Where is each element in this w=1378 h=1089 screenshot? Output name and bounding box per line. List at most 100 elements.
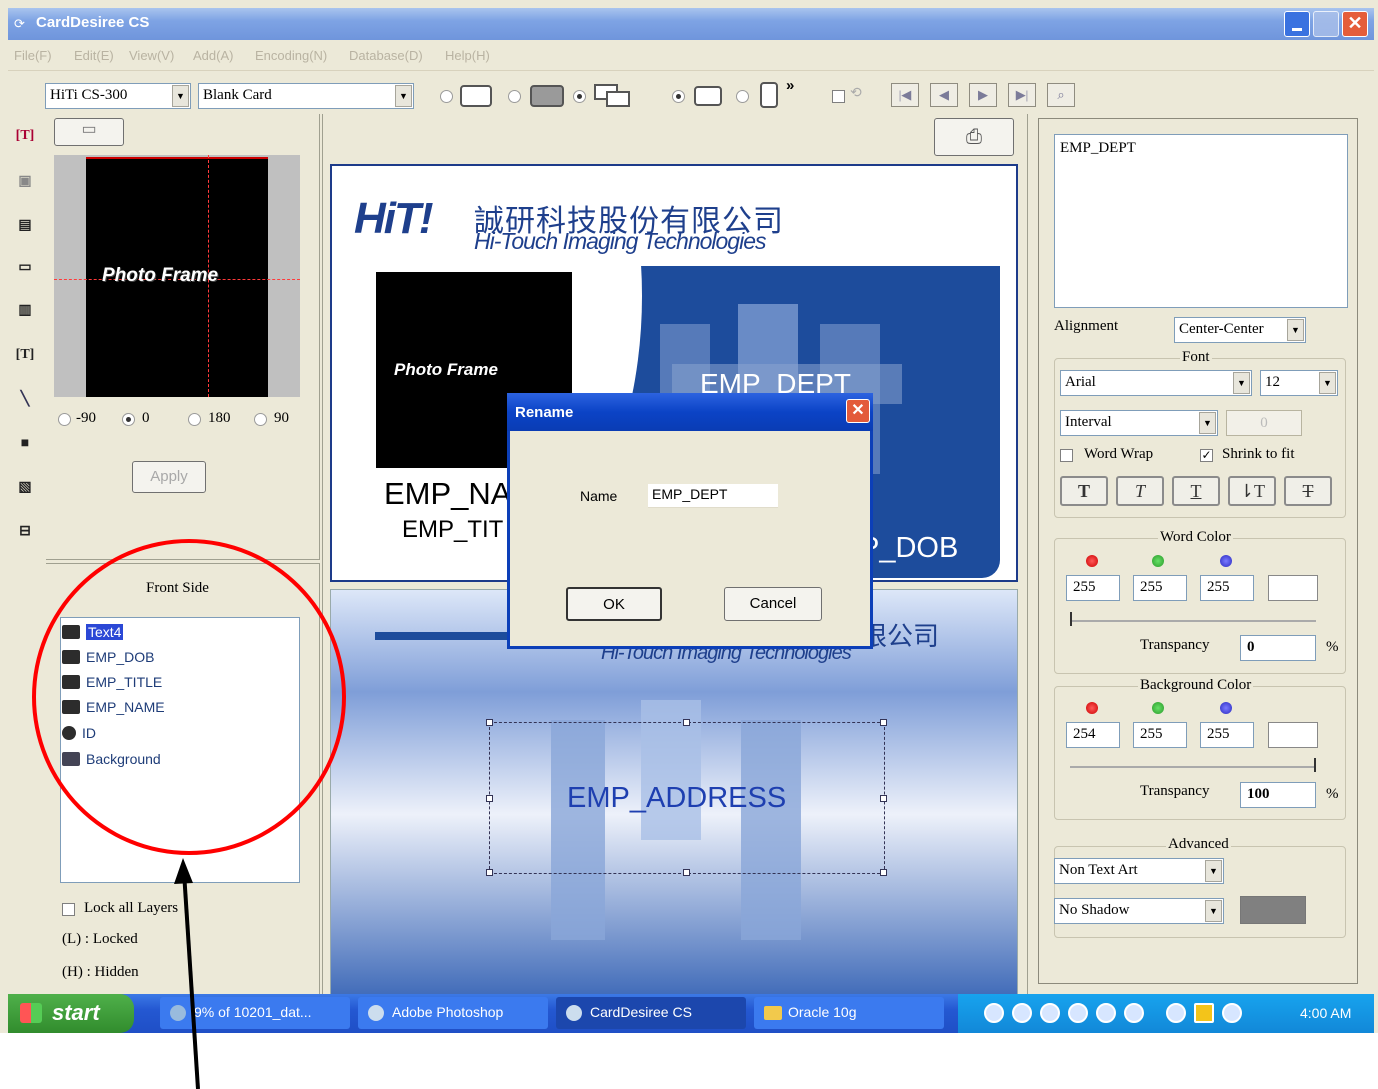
apply-button[interactable]: Apply [132, 461, 206, 493]
underline-button[interactable]: T [1172, 476, 1220, 506]
ok-button[interactable]: OK [566, 587, 662, 621]
menu-encoding[interactable]: Encoding(N) [255, 48, 327, 63]
prev-record-button[interactable]: ◀ [930, 83, 958, 107]
bg-color-swatch[interactable] [1268, 722, 1318, 748]
blue-channel-icon [1220, 702, 1232, 714]
shadow-select[interactable]: No Shadow ▼ [1054, 898, 1224, 924]
chevron-down-icon: ▼ [1233, 372, 1250, 394]
task-oracle[interactable]: Oracle 10g [754, 997, 944, 1029]
bg-color-blue-input[interactable]: 255 [1200, 722, 1254, 748]
word-color-swatch[interactable] [1268, 575, 1318, 601]
bg-transparency-slider-thumb[interactable] [1314, 758, 1316, 772]
strikethrough-button[interactable]: T [1284, 476, 1332, 506]
more-icon[interactable]: » [786, 77, 794, 94]
menu-edit[interactable]: Edit(E) [74, 48, 114, 63]
word-wrap-checkbox[interactable] [1060, 449, 1073, 462]
shape-radio-rect[interactable] [440, 90, 453, 103]
arrow-shaft [182, 871, 200, 1089]
rotate-90-radio[interactable] [254, 413, 267, 426]
bg-transparency-label: Transpancy [1140, 783, 1210, 799]
print-button[interactable]: ⎙ [934, 118, 1014, 156]
address-field: EMP_ADDRESS [567, 782, 787, 814]
shrink-to-fit-checkbox[interactable]: ✓ [1200, 449, 1213, 462]
picture-tool-icon[interactable]: ▧ [12, 476, 38, 502]
pause-icon[interactable] [1012, 1003, 1032, 1023]
barcode-tool-icon[interactable]: ▥ [12, 299, 38, 325]
shape-radio-overlap[interactable] [573, 90, 586, 103]
italic-button[interactable]: T [1116, 476, 1164, 506]
word-transparency-slider[interactable] [1070, 620, 1316, 622]
fill-rect-tool-icon[interactable]: ■ [12, 432, 38, 458]
name-input[interactable]: EMP_DEPT [648, 484, 778, 508]
task-carddesiree[interactable]: CardDesiree CS [556, 997, 746, 1029]
label-tool-icon[interactable]: [T] [12, 343, 38, 369]
shadow-color-swatch[interactable] [1240, 896, 1306, 924]
spacing-select[interactable]: Interval ▼ [1060, 410, 1218, 436]
photo-frame-label: Photo Frame [394, 360, 498, 379]
bg-color-red-input[interactable]: 254 [1066, 722, 1120, 748]
menu-view[interactable]: View(V) [129, 48, 174, 63]
bg-transparency-input[interactable]: 100 [1240, 782, 1316, 808]
menu-help[interactable]: Help(H) [445, 48, 490, 63]
word-transparency-input[interactable]: 0 [1240, 635, 1316, 661]
template-select[interactable]: Blank Card ▼ [198, 83, 414, 109]
rotate-0-radio[interactable] [122, 413, 135, 426]
toolbar-checkbox[interactable] [832, 90, 845, 103]
word-color-green-input[interactable]: 255 [1133, 575, 1187, 601]
stop-icon[interactable] [1040, 1003, 1060, 1023]
lock-all-layers-checkbox[interactable] [62, 903, 75, 916]
text-tool-icon[interactable]: [T] [12, 124, 38, 150]
menu-add[interactable]: Add(A) [193, 48, 233, 63]
open-folder-button[interactable]: ▭ [54, 118, 124, 146]
shape-radio-filled[interactable] [508, 90, 521, 103]
photo-tool-icon[interactable]: ▣ [12, 170, 38, 196]
portrait-icon [760, 82, 778, 108]
task-photoshop[interactable]: Adobe Photoshop [358, 997, 548, 1029]
red-channel-icon [1086, 702, 1098, 714]
bg-transparency-slider[interactable] [1070, 766, 1316, 768]
volume-icon[interactable] [1124, 1003, 1144, 1023]
rotate-minus-90-radio[interactable] [58, 413, 71, 426]
font-name-select[interactable]: Arial ▼ [1060, 370, 1252, 396]
security-icon[interactable] [1194, 1003, 1214, 1023]
last-record-button[interactable]: ▶| [1008, 83, 1036, 107]
network-icon[interactable] [1166, 1003, 1186, 1023]
chevron-down-icon: ▼ [395, 85, 412, 107]
menu-database[interactable]: Database(D) [349, 48, 423, 63]
vertical-text-button[interactable]: ⇂T [1228, 476, 1276, 506]
first-record-button[interactable]: |◀ [891, 83, 919, 107]
orientation-radio-portrait[interactable] [736, 90, 749, 103]
forward-icon[interactable] [1096, 1003, 1116, 1023]
rewind-icon[interactable] [1068, 1003, 1088, 1023]
word-transparency-slider-thumb[interactable] [1070, 612, 1072, 626]
alignment-select[interactable]: Center-Center ▼ [1174, 317, 1306, 343]
minimize-button[interactable] [1284, 11, 1310, 37]
system-tray: 4:00 AM [958, 994, 1374, 1033]
field-tool-icon[interactable]: ⊟ [12, 520, 38, 546]
font-size-select[interactable]: 12 ▼ [1260, 370, 1338, 396]
text-value-box[interactable]: EMP_DEPT [1054, 134, 1348, 308]
cancel-button[interactable]: Cancel [724, 587, 822, 621]
search-icon[interactable]: ⌕ [1047, 83, 1075, 107]
media-icon[interactable] [984, 1003, 1004, 1023]
frame-tool-icon[interactable]: ▭ [12, 256, 38, 282]
menu-file[interactable]: File(F) [14, 48, 52, 63]
maximize-button[interactable] [1313, 11, 1339, 37]
text-art-select[interactable]: Non Text Art ▼ [1054, 858, 1224, 884]
orientation-radio-landscape[interactable] [672, 90, 685, 103]
chevron-down-icon: ▼ [1287, 319, 1304, 341]
close-button[interactable]: ✕ [1342, 11, 1368, 37]
status-icon[interactable] [1222, 1003, 1242, 1023]
bg-color-green-input[interactable]: 255 [1133, 722, 1187, 748]
bold-button[interactable]: T [1060, 476, 1108, 506]
line-tool-icon[interactable]: ╲ [12, 388, 38, 414]
word-color-red-input[interactable]: 255 [1066, 575, 1120, 601]
word-color-blue-input[interactable]: 255 [1200, 575, 1254, 601]
dialog-close-button[interactable]: ✕ [846, 399, 870, 423]
printer-select[interactable]: HiTi CS-300 ▼ [45, 83, 191, 109]
image-tool-icon[interactable]: ▤ [12, 214, 38, 240]
start-button[interactable]: start [8, 994, 134, 1033]
next-record-button[interactable]: ▶ [969, 83, 997, 107]
rotate-180-radio[interactable] [188, 413, 201, 426]
spacing-value-stepper[interactable]: 0 [1226, 410, 1302, 436]
